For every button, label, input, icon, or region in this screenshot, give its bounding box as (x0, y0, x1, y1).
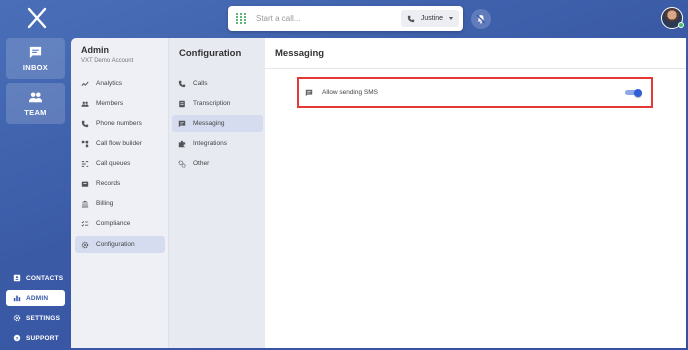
admin-title: Admin (81, 45, 109, 55)
admin-panel: Admin VXT Demo Account Analytics Members… (71, 38, 168, 348)
rail-contacts-label: CONTACTS (26, 274, 64, 282)
main-content: Messaging Allow sending SMS (265, 38, 686, 348)
team-icon (28, 92, 43, 103)
bell-off-icon (476, 14, 486, 24)
admin-nav-label: Records (96, 180, 121, 187)
svg-text:?: ? (15, 336, 18, 342)
admin-nav-label: Call queues (96, 160, 131, 167)
config-nav-label: Messaging (193, 120, 225, 127)
online-status-dot (678, 22, 684, 28)
configuration-panel: Configuration Calls Transcription Messag… (168, 38, 265, 348)
billing-icon (81, 200, 89, 207)
gear-icon (81, 241, 89, 248)
config-nav-other[interactable]: Other (172, 155, 263, 172)
admin-nav-label: Analytics (96, 80, 123, 87)
rail-contacts[interactable]: CONTACTS (6, 270, 65, 286)
phone-icon (178, 80, 186, 87)
message-icon (178, 120, 186, 127)
caller-id-select[interactable]: Justine (400, 10, 459, 27)
config-nav-transcription[interactable]: Transcription (172, 95, 263, 112)
dialpad-icon[interactable] (236, 13, 246, 25)
rail-inbox[interactable]: INBOX (6, 38, 65, 79)
admin-nav-records[interactable]: Records (75, 175, 165, 192)
account-name: VXT Demo Account (81, 58, 134, 64)
message-icon (305, 89, 313, 96)
config-nav-label: Other (193, 160, 210, 167)
call-queues-icon (81, 160, 89, 167)
config-nav-label: Integrations (193, 140, 227, 147)
admin-nav-members[interactable]: Members (75, 95, 165, 112)
rail-settings[interactable]: SETTINGS (6, 310, 65, 326)
admin-nav-label: Call flow builder (96, 140, 142, 147)
admin-nav-billing[interactable]: Billing (75, 195, 165, 212)
admin-nav-label: Phone numbers (96, 120, 142, 127)
rail-team-label: TEAM (24, 108, 47, 117)
allow-sms-label: Allow sending SMS (322, 89, 378, 96)
records-icon (81, 181, 89, 187)
analytics-icon (81, 81, 89, 86)
call-flow-icon (81, 140, 89, 147)
admin-nav-phone-numbers[interactable]: Phone numbers (75, 115, 165, 132)
rail-support-label: SUPPORT (26, 334, 59, 342)
rail-settings-label: SETTINGS (26, 314, 61, 322)
allow-sms-setting-row: Allow sending SMS (297, 77, 653, 108)
phone-icon (407, 15, 415, 22)
allow-sms-toggle[interactable] (625, 88, 642, 97)
toggle-knob (634, 88, 642, 97)
admin-nav-call-queues[interactable]: Call queues (75, 155, 165, 172)
compliance-icon (81, 220, 89, 227)
admin-nav-call-flow-builder[interactable]: Call flow builder (75, 135, 165, 152)
config-nav-label: Transcription (193, 100, 231, 107)
contacts-icon (13, 274, 21, 282)
config-nav-integrations[interactable]: Integrations (172, 135, 263, 152)
configuration-title: Configuration (179, 48, 242, 59)
admin-nav-label: Configuration (96, 241, 135, 248)
members-icon (81, 101, 89, 107)
setting-inner: Allow sending SMS (305, 88, 651, 97)
gear-icon (13, 314, 21, 322)
rail-support[interactable]: ? SUPPORT (6, 330, 65, 346)
rail-team[interactable]: TEAM (6, 83, 65, 124)
inbox-icon (29, 46, 42, 59)
admin-nav-label: Members (96, 100, 124, 107)
caller-name: Justine (420, 15, 443, 22)
config-nav-messaging[interactable]: Messaging (172, 115, 263, 132)
config-nav-label: Calls (193, 80, 208, 87)
admin-nav-label: Billing (96, 200, 114, 207)
admin-nav-label: Compliance (96, 220, 131, 227)
rail-admin-label: ADMIN (26, 294, 49, 302)
help-icon: ? (13, 334, 21, 342)
x-logo-icon (27, 7, 47, 29)
admin-chart-icon (13, 295, 21, 302)
page-title: Messaging (265, 38, 686, 69)
phone-icon (81, 120, 89, 127)
notifications-button[interactable] (471, 9, 491, 29)
admin-nav-compliance[interactable]: Compliance (75, 215, 165, 232)
puzzle-icon (178, 140, 186, 147)
other-icon (178, 159, 186, 168)
admin-nav-configuration[interactable]: Configuration (75, 236, 165, 253)
start-call-input[interactable] (256, 14, 396, 23)
chevron-down-icon (449, 17, 453, 20)
admin-nav-analytics[interactable]: Analytics (75, 75, 165, 92)
transcription-icon (179, 100, 185, 107)
call-bar: Justine (228, 6, 463, 31)
rail-inbox-label: INBOX (22, 63, 49, 72)
rail-admin[interactable]: ADMIN (6, 290, 65, 306)
config-nav-calls[interactable]: Calls (172, 75, 263, 92)
